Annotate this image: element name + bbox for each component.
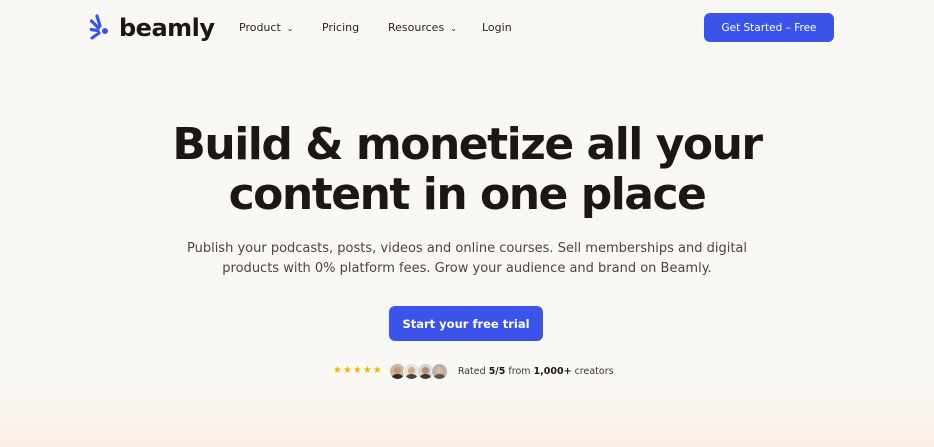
nav-item-login[interactable]: Login — [482, 19, 512, 37]
headline-line-2: content in one place — [228, 169, 707, 220]
star-icon: ★ — [352, 365, 362, 376]
rating-suffix: creators — [571, 365, 614, 377]
start-free-trial-button[interactable]: Start your free trial — [389, 306, 543, 341]
rating-value: 5/5 — [488, 365, 506, 377]
brand-name: beamly — [119, 14, 215, 42]
nav-item-product[interactable]: Product ⌄ — [239, 19, 293, 38]
nav-item-resources[interactable]: Resources ⌄ — [388, 19, 457, 38]
rating-text: Rated 5/5 from 1,000+ creators — [458, 366, 614, 377]
creator-avatars — [388, 362, 448, 380]
nav-item-pricing[interactable]: Pricing — [322, 19, 359, 37]
beamly-rays-logo-icon — [90, 14, 108, 40]
star-icon: ★ — [342, 365, 352, 376]
chevron-down-icon: ⌄ — [450, 24, 457, 33]
hero-headline: Build & monetize all your content in one… — [0, 120, 934, 220]
top-navigation: beamly Product ⌄ Pricing Resources ⌄ Login… — [0, 0, 934, 56]
rating-mid: from — [505, 365, 534, 377]
nav-item-label: Pricing — [322, 21, 360, 34]
nav-item-label: Login — [482, 21, 512, 34]
chevron-down-icon: ⌄ — [286, 24, 294, 33]
nav-item-label: Resources — [388, 21, 445, 34]
social-proof: ★ ★ ★ ★ ★ Rated 5/5 from 1,000+ creators — [333, 362, 614, 380]
star-icon: ★ — [372, 365, 382, 376]
headline-line-1: Build & monetize all your — [172, 119, 763, 170]
subtitle-line-1: Publish your podcasts, posts, videos and… — [186, 241, 747, 256]
hero-subtitle: Publish your podcasts, posts, videos and… — [0, 239, 934, 279]
nav-item-label: Product — [239, 21, 281, 34]
brand-logo[interactable]: beamly — [90, 12, 215, 44]
creators-count: 1,000+ — [533, 365, 572, 377]
subtitle-line-2: products with 0% platform fees. Grow you… — [222, 261, 712, 276]
star-icon: ★ — [362, 365, 372, 376]
star-rating: ★ ★ ★ ★ ★ — [333, 366, 382, 376]
star-icon: ★ — [333, 365, 342, 376]
landing-page: beamly Product ⌄ Pricing Resources ⌄ Login… — [0, 0, 934, 447]
rating-prefix: Rated — [457, 365, 489, 377]
avatar — [430, 362, 448, 380]
get-started-button[interactable]: Get Started – Free — [704, 13, 834, 42]
